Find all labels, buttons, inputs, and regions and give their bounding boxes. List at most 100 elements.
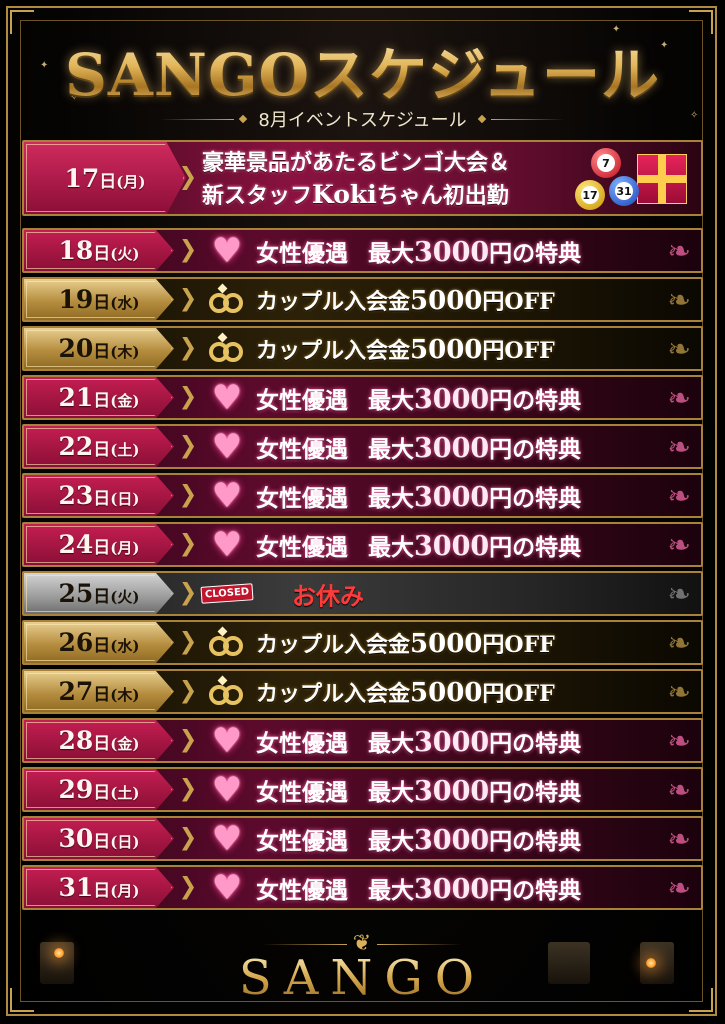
diamond-ornament-icon	[239, 114, 248, 124]
day-number: 30	[58, 824, 94, 853]
heart-icon: ♥	[211, 524, 243, 565]
day-number: 25	[58, 579, 94, 608]
day-unit: 日	[93, 391, 111, 411]
date-tab: 23日(日)	[24, 475, 174, 516]
date-tab: 22日(土)	[24, 426, 174, 467]
offer-amount: 3000	[414, 432, 490, 464]
day-of-week: (土)	[110, 784, 140, 802]
date-label: 20日(木)	[59, 334, 140, 363]
day-number: 18	[58, 236, 94, 265]
bingo-ball-number: 31	[615, 182, 633, 200]
date-label: 23日(日)	[59, 481, 140, 510]
chevron-right-icon	[182, 287, 194, 312]
event-line-2-prefix: 新スタッフ	[202, 183, 313, 209]
offer-title: 女性優遇	[256, 827, 348, 855]
flourish-ornament-icon: ❧	[667, 724, 691, 757]
chevron-right-icon	[182, 777, 194, 802]
rings-icon	[207, 282, 247, 318]
chevron-right-icon	[182, 532, 194, 557]
candle-light	[54, 948, 64, 958]
date-label: 24日(月)	[59, 530, 140, 559]
staff-name: Koki	[312, 180, 377, 209]
bingo-ball-icon: 17	[575, 180, 605, 210]
day-of-week: (金)	[110, 735, 140, 753]
chevron-right-icon	[182, 679, 194, 704]
offer-suffix: 円の特典	[489, 435, 582, 463]
schedule-row: 19日(水) カップル入会金5000円OFF ❧	[22, 277, 703, 322]
offer-amount: 3000	[414, 383, 490, 415]
heart-icon: ♥	[211, 475, 243, 516]
offer-max: 最大	[368, 533, 414, 561]
day-unit: 日	[93, 342, 111, 362]
chevron-right-icon	[182, 434, 194, 459]
schedule-row: 21日(金) ♥ 女性優遇 最大3000円の特典 ❧	[22, 375, 703, 420]
offer-suffix: 円OFF	[482, 680, 555, 707]
date-tab: 18日(火)	[24, 230, 174, 271]
day-number: 23	[58, 481, 94, 510]
candle-light	[646, 958, 656, 968]
couple-offer-label: カップル入会金5000円OFF	[256, 627, 555, 659]
women-offer-label: 女性優遇 最大3000円の特典	[256, 773, 581, 807]
offer-suffix: 円の特典	[489, 876, 582, 904]
women-offer-label: 女性優遇 最大3000円の特典	[256, 381, 581, 415]
schedule-row: 30日(日) ♥ 女性優遇 最大3000円の特典 ❧	[22, 816, 703, 861]
offer-amount: 5000	[410, 334, 483, 365]
couple-offer-label: カップル入会金5000円OFF	[256, 333, 555, 365]
date-tab: 26日(水)	[24, 622, 174, 663]
offer-title: カップル入会金	[256, 337, 411, 364]
day-of-week: (木)	[110, 343, 140, 361]
women-offer-label: 女性優遇 最大3000円の特典	[256, 479, 581, 513]
heart-icon: ♥	[211, 230, 243, 271]
day-unit: 日	[93, 587, 111, 607]
day-unit: 日	[99, 171, 117, 192]
day-number: 22	[58, 432, 94, 461]
schedule-row: 28日(金) ♥ 女性優遇 最大3000円の特典 ❧	[22, 718, 703, 763]
offer-max: 最大	[368, 484, 414, 512]
day-unit: 日	[93, 293, 111, 313]
schedule-row: 22日(土) ♥ 女性優遇 最大3000円の特典 ❧	[22, 424, 703, 469]
bingo-ball-icon: 7	[591, 148, 621, 178]
date-label: 17日(月)	[65, 164, 146, 193]
offer-max: 最大	[368, 827, 414, 855]
closed-sign-icon: CLOSED	[200, 576, 254, 612]
women-offer-label: 女性優遇 最大3000円の特典	[256, 724, 581, 758]
day-of-week: (木)	[110, 686, 140, 704]
chevron-right-icon	[182, 385, 194, 410]
day-of-week: (火)	[110, 245, 140, 263]
gift-box-icon	[637, 154, 687, 204]
heart-icon: ♥	[211, 818, 243, 859]
offer-amount: 5000	[410, 628, 483, 659]
chevron-right-icon	[182, 826, 194, 851]
glass-decoration	[548, 942, 590, 984]
day-of-week: (日)	[110, 833, 140, 851]
day-unit: 日	[93, 734, 111, 754]
page-title: SANGOスケジュール	[0, 28, 725, 112]
day-number: 31	[58, 873, 94, 902]
offer-title: カップル入会金	[256, 631, 411, 658]
day-unit: 日	[93, 538, 111, 558]
schedule-row: 29日(土) ♥ 女性優遇 最大3000円の特典 ❧	[22, 767, 703, 812]
offer-suffix: 円OFF	[482, 337, 555, 364]
date-tab: 29日(土)	[24, 769, 174, 810]
date-label: 29日(土)	[59, 775, 140, 804]
event-line-2: 新スタッフKokiちゃん初出勤	[202, 179, 510, 212]
event-line-1: 豪華景品があたるビンゴ大会＆	[202, 150, 511, 176]
date-label: 26日(水)	[59, 628, 140, 657]
flourish-ornament-icon: ❧	[667, 626, 691, 659]
flourish-ornament-icon: ❧	[667, 577, 691, 610]
bingo-illustration: 7 17 31	[573, 146, 693, 214]
offer-suffix: 円の特典	[489, 239, 582, 267]
date-tab: 25日(火)	[24, 573, 174, 614]
heart-icon: ♥	[211, 769, 243, 810]
day-number: 28	[58, 726, 94, 755]
date-tab: 28日(金)	[24, 720, 174, 761]
day-number: 27	[58, 677, 94, 706]
women-offer-label: 女性優遇 最大3000円の特典	[256, 871, 581, 905]
rings-icon	[207, 625, 247, 661]
flourish-ornament-icon: ❧	[667, 528, 691, 561]
offer-suffix: 円OFF	[482, 288, 555, 315]
offer-suffix: 円の特典	[489, 484, 582, 512]
day-unit: 日	[93, 636, 111, 656]
flourish-ornament-icon: ❧	[667, 822, 691, 855]
day-number: 19	[58, 285, 94, 314]
